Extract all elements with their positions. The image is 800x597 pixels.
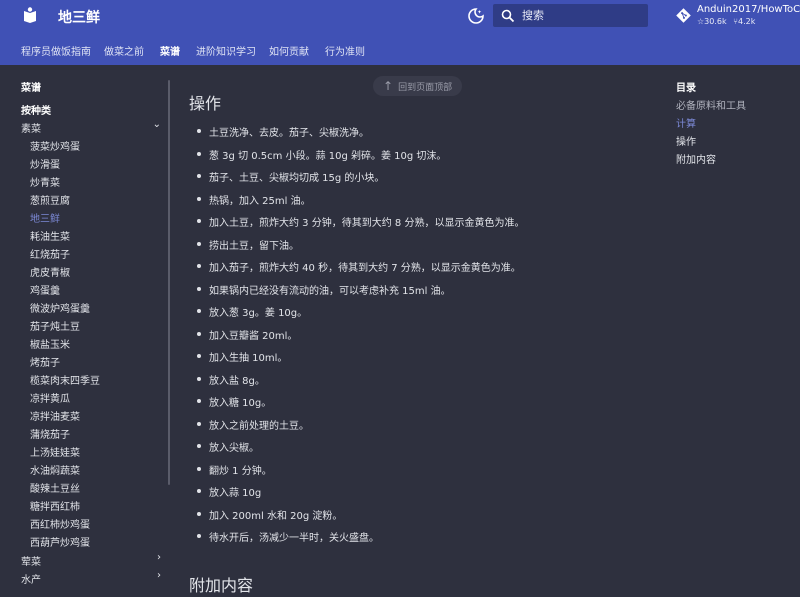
sidebar-section-by-type: 按种类 bbox=[21, 106, 51, 117]
step-item: 加入豆瓣酱 20ml。 bbox=[196, 327, 297, 342]
header-bar: 地三鲜 Anduin2017/HowToCook ☆30.6k ⑂4.2k bbox=[0, 0, 800, 33]
sidebar-item[interactable]: 蒲烧茄子 bbox=[30, 426, 70, 441]
step-item: 放入糖 10g。 bbox=[196, 394, 271, 409]
sidebar-item[interactable]: 炒青菜 bbox=[30, 174, 60, 189]
sidebar-item[interactable]: 葱煎豆腐 bbox=[30, 192, 70, 207]
git-icon bbox=[676, 8, 691, 23]
toc-item-calculation[interactable]: 计算 bbox=[676, 115, 696, 130]
sidebar-item[interactable]: 虎皮青椒 bbox=[30, 264, 70, 279]
sidebar-item[interactable]: 凉拌油麦菜 bbox=[30, 408, 80, 423]
tab-code-of-conduct[interactable]: 行为准则 bbox=[325, 43, 365, 58]
tab-contribute[interactable]: 如何贡献 bbox=[269, 43, 309, 58]
sidebar-item[interactable]: 上汤娃娃菜 bbox=[30, 444, 80, 459]
sidebar-group-label: 荤菜 bbox=[21, 557, 41, 568]
sidebar: 菜谱 按种类 素菜 ⌄ 菠菜炒鸡蛋 炒滑蛋 炒青菜 葱煎豆腐 地三鲜 耗油生菜 … bbox=[0, 65, 170, 597]
sidebar-item[interactable]: 微波炉鸡蛋羹 bbox=[30, 300, 90, 315]
sidebar-title: 菜谱 bbox=[21, 83, 41, 94]
tab-advanced[interactable]: 进阶知识学习 bbox=[196, 43, 256, 58]
sidebar-item[interactable]: 水油焖蔬菜 bbox=[30, 462, 80, 477]
sidebar-item[interactable]: 红烧茄子 bbox=[30, 246, 70, 261]
step-item: 放入葱 3g。姜 10g。 bbox=[196, 304, 307, 319]
step-item: 放入尖椒。 bbox=[197, 439, 259, 454]
arrow-up-icon: ↑ bbox=[383, 79, 394, 93]
heading-extra-content: 附加内容 bbox=[189, 576, 254, 595]
nav-tabs: 程序员做饭指南 做菜之前 菜谱 进阶知识学习 如何贡献 行为准则 bbox=[0, 33, 800, 65]
step-item: 加入茄子，煎炸大约 40 秒，待其到大约 7 分熟，以显示金黄色为准。 bbox=[197, 259, 521, 274]
sidebar-scrollbar[interactable] bbox=[168, 80, 170, 485]
toc-title: 目录 bbox=[676, 83, 696, 94]
toc-item-extra[interactable]: 附加内容 bbox=[676, 151, 716, 166]
step-item: 待水开后，汤减少一半时，关火盛盘。 bbox=[197, 529, 379, 544]
step-item: 如果锅内已经没有流动的油，可以考虑补充 15ml 油。 bbox=[197, 282, 451, 297]
toc-item-operations[interactable]: 操作 bbox=[676, 133, 696, 148]
sidebar-item[interactable]: 西红柿炒鸡蛋 bbox=[30, 516, 90, 531]
sidebar-item[interactable]: 酸辣土豆丝 bbox=[30, 480, 80, 495]
sidebar-group-label: 素菜 bbox=[21, 124, 41, 135]
sidebar-item[interactable]: 菠菜炒鸡蛋 bbox=[30, 138, 80, 153]
search-input[interactable] bbox=[522, 9, 642, 22]
sidebar-item[interactable]: 椒盐玉米 bbox=[30, 336, 70, 351]
search-box[interactable] bbox=[493, 4, 648, 27]
repo-stats: ☆30.6k ⑂4.2k bbox=[697, 16, 800, 28]
site-title: 地三鲜 bbox=[58, 10, 100, 26]
toc-item-ingredients[interactable]: 必备原料和工具 bbox=[676, 97, 746, 112]
sidebar-item[interactable]: 凉拌黄瓜 bbox=[30, 390, 70, 405]
tab-before-cooking[interactable]: 做菜之前 bbox=[104, 43, 144, 58]
sidebar-item[interactable]: 茄子炖土豆 bbox=[30, 318, 80, 333]
step-item: 加入 200ml 水和 20g 淀粉。 bbox=[196, 507, 342, 522]
step-item: 茄子、土豆、尖椒均切成 15g 的小块。 bbox=[196, 169, 384, 184]
step-item: 翻炒 1 分钟。 bbox=[197, 462, 272, 477]
sidebar-item[interactable]: 榄菜肉末四季豆 bbox=[30, 372, 100, 387]
step-item: 土豆洗净、去皮。茄子、尖椒洗净。 bbox=[197, 124, 369, 139]
sidebar-item[interactable]: 鸡蛋羹 bbox=[30, 282, 60, 297]
step-item: 放入盐 8g。 bbox=[197, 372, 265, 387]
sidebar-item-active[interactable]: 地三鲜 bbox=[30, 210, 60, 225]
repo-forks: 4.2k bbox=[737, 17, 756, 26]
tab-guide[interactable]: 程序员做饭指南 bbox=[21, 43, 91, 58]
back-to-top-button[interactable]: ↑ 回到页面顶部 bbox=[373, 76, 463, 96]
sidebar-item[interactable]: 糖拌西红柿 bbox=[30, 498, 80, 513]
step-item: 放入之前处理的土豆。 bbox=[197, 417, 309, 432]
chevron-right-icon: › bbox=[157, 552, 161, 563]
sidebar-item[interactable]: 西葫芦炒鸡蛋 bbox=[30, 534, 90, 549]
heading-operations: 操作 bbox=[189, 94, 222, 113]
step-item: 放入蒜 10g bbox=[196, 484, 261, 499]
chevron-right-icon: › bbox=[157, 570, 161, 581]
repo-stars: 30.6k bbox=[704, 17, 727, 26]
step-item: 加入生抽 10ml。 bbox=[196, 349, 287, 364]
sidebar-item[interactable]: 烤茄子 bbox=[30, 354, 60, 369]
step-item: 捞出土豆，留下油。 bbox=[197, 237, 299, 252]
tab-recipes[interactable]: 菜谱 bbox=[160, 43, 180, 58]
step-item: 葱 3g 切 0.5cm 小段。蒜 10g 剁碎。姜 10g 切沫。 bbox=[196, 147, 446, 162]
search-icon bbox=[501, 9, 515, 22]
sidebar-group-meat[interactable]: 荤菜 › bbox=[21, 552, 161, 568]
book-logo-icon[interactable] bbox=[22, 7, 38, 23]
sidebar-item[interactable]: 耗油生菜 bbox=[30, 228, 70, 243]
dark-mode-toggle-icon[interactable] bbox=[467, 7, 485, 25]
repo-link[interactable]: Anduin2017/HowToCook ☆30.6k ⑂4.2k bbox=[676, 4, 800, 28]
sidebar-item[interactable]: 炒滑蛋 bbox=[30, 156, 60, 171]
step-item: 加入土豆，煎炸大约 3 分钟，待其到大约 8 分熟，以显示金黄色为准。 bbox=[196, 214, 524, 229]
sidebar-group-label: 水产 bbox=[21, 575, 41, 586]
chevron-down-icon: ⌄ bbox=[152, 119, 161, 130]
step-item: 热锅，加入 25ml 油。 bbox=[197, 192, 311, 207]
sidebar-group-seafood[interactable]: 水产 › bbox=[21, 570, 161, 586]
back-to-top-label: 回到页面顶部 bbox=[398, 82, 453, 93]
sidebar-group-vegetarian[interactable]: 素菜 ⌄ bbox=[21, 119, 161, 135]
repo-name: Anduin2017/HowToCook bbox=[697, 4, 800, 15]
